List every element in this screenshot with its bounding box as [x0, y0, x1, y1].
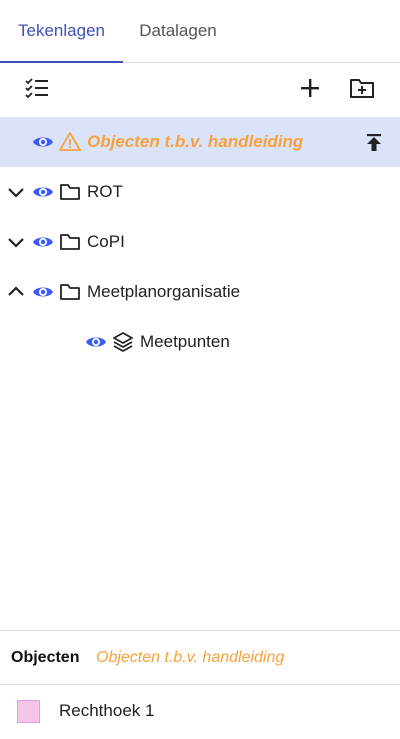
select-layers-button[interactable]	[21, 74, 53, 106]
tree-row-meetplanorganisatie[interactable]: Meetplanorganisatie	[0, 267, 400, 317]
checklist-icon	[24, 77, 50, 104]
warning-icon	[59, 131, 81, 153]
objects-panel: Objecten Objecten t.b.v. handleiding Rec…	[0, 630, 400, 739]
objects-header: Objecten Objecten t.b.v. handleiding	[0, 631, 400, 685]
eye-icon[interactable]	[32, 131, 54, 153]
objects-title: Objecten	[11, 649, 80, 666]
tree-row-copi[interactable]: CoPI	[0, 217, 400, 267]
chevron-up-icon[interactable]	[5, 281, 27, 303]
tab-bar: Tekenlagen Datalagen	[0, 0, 400, 63]
layer-label: Objecten t.b.v. handleiding	[87, 132, 304, 151]
plus-icon	[299, 77, 321, 104]
active-tab-indicator	[0, 61, 123, 63]
list-item[interactable]: Rechthoek 1	[0, 686, 400, 736]
eye-icon[interactable]	[32, 231, 54, 253]
folder-plus-icon	[349, 77, 375, 104]
object-name: Rechthoek 1	[59, 701, 155, 720]
chevron-down-icon[interactable]	[5, 181, 27, 203]
layer-label: Meetpunten	[140, 332, 230, 351]
layers-icon	[112, 331, 134, 353]
move-to-top-icon[interactable]	[363, 131, 385, 153]
tree-row-objecten[interactable]: Objecten t.b.v. handleiding	[0, 117, 400, 167]
tab-tekenlagen[interactable]: Tekenlagen	[0, 0, 123, 63]
eye-icon[interactable]	[32, 281, 54, 303]
tree-row-rot[interactable]: ROT	[0, 167, 400, 217]
folder-label: Meetplanorganisatie	[87, 282, 241, 301]
add-folder-button[interactable]	[346, 74, 378, 106]
rectangle-swatch-icon	[17, 700, 40, 723]
objects-layer-name: Objecten t.b.v. handleiding	[96, 649, 285, 666]
tab-datalagen[interactable]: Datalagen	[123, 0, 233, 63]
add-layer-button[interactable]	[294, 74, 326, 106]
eye-icon[interactable]	[32, 181, 54, 203]
chevron-down-icon[interactable]	[5, 231, 27, 253]
folder-icon	[59, 231, 81, 253]
folder-icon	[59, 181, 81, 203]
folder-icon	[59, 281, 81, 303]
eye-icon[interactable]	[85, 331, 107, 353]
folder-label: CoPI	[87, 232, 125, 251]
layer-toolbar	[0, 64, 400, 117]
tree-row-meetpunten[interactable]: Meetpunten	[0, 317, 400, 367]
folder-label: ROT	[87, 182, 123, 201]
